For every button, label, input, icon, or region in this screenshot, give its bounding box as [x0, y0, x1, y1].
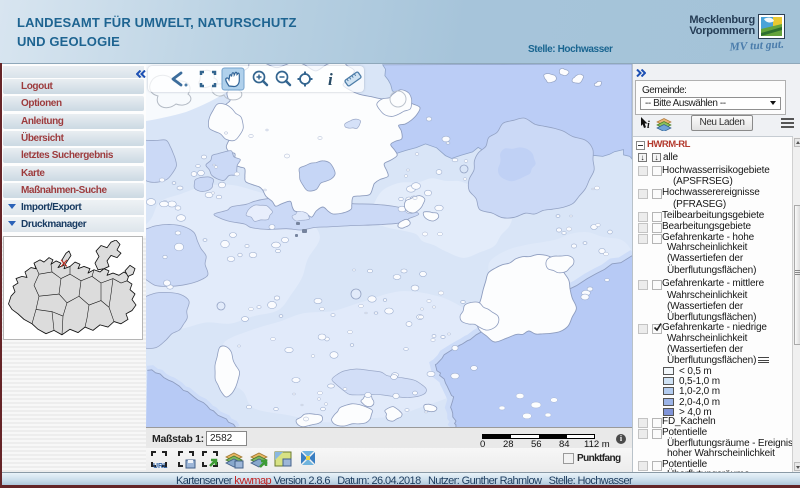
svg-text:i: i: [328, 70, 333, 89]
svg-text:URL: URL: [153, 463, 168, 470]
svg-text:i: i: [647, 120, 650, 131]
